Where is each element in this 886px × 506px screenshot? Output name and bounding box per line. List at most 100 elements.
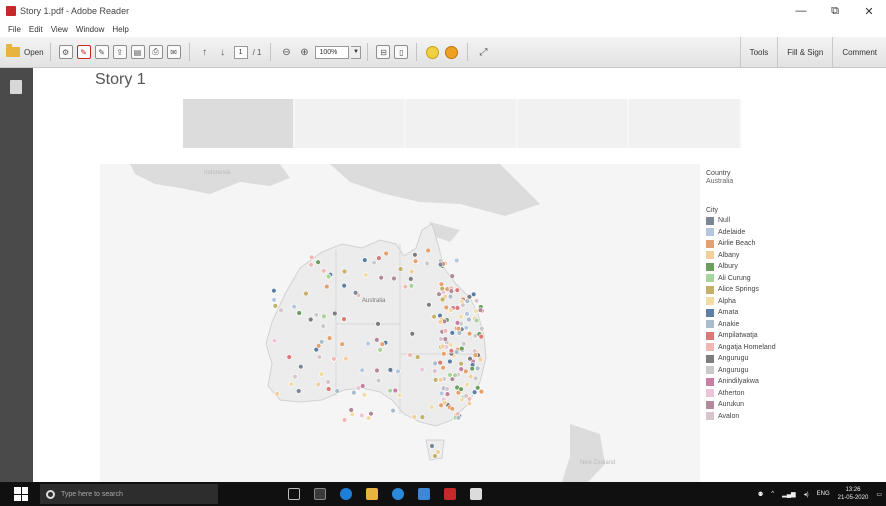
city-marker[interactable] — [478, 333, 484, 340]
city-marker[interactable] — [316, 354, 323, 360]
chevron-down-icon[interactable]: ▼ — [351, 45, 362, 59]
fit-width-icon[interactable]: ▯ — [394, 45, 409, 59]
menu-help[interactable]: Help — [112, 25, 128, 34]
city-marker[interactable] — [443, 304, 449, 311]
city-marker[interactable] — [442, 328, 449, 334]
city-marker[interactable] — [461, 341, 467, 347]
city-marker[interactable] — [379, 341, 385, 347]
city-marker[interactable] — [308, 316, 314, 323]
city-marker[interactable] — [343, 355, 349, 362]
city-marker[interactable] — [409, 331, 415, 337]
legend-item[interactable]: Angatja Homeland — [706, 342, 886, 354]
city-marker[interactable] — [296, 388, 302, 394]
city-marker[interactable] — [341, 282, 347, 289]
city-marker[interactable] — [463, 368, 469, 375]
city-marker[interactable] — [431, 314, 437, 320]
city-marker[interactable] — [458, 313, 464, 320]
legend-item[interactable]: Alpha — [706, 296, 886, 308]
city-marker[interactable] — [341, 417, 348, 423]
city-marker[interactable] — [315, 259, 321, 265]
zoom-out-icon[interactable]: ⊖ — [279, 45, 293, 59]
city-marker[interactable] — [437, 359, 443, 366]
city-marker[interactable] — [464, 298, 470, 304]
city-marker[interactable] — [432, 453, 438, 459]
city-marker[interactable] — [466, 331, 473, 337]
city-marker[interactable] — [409, 268, 415, 275]
city-marker[interactable] — [407, 352, 413, 358]
city-marker[interactable] — [272, 303, 279, 309]
city-marker[interactable] — [442, 336, 448, 342]
city-marker[interactable] — [303, 290, 309, 297]
fit-page-icon[interactable]: ⊟ — [376, 45, 391, 59]
city-marker[interactable] — [456, 330, 463, 336]
city-marker[interactable] — [391, 275, 397, 282]
city-marker[interactable] — [325, 379, 331, 385]
city-marker[interactable] — [458, 386, 464, 392]
city-marker[interactable] — [348, 407, 354, 413]
city-marker[interactable] — [375, 321, 381, 327]
city-marker[interactable] — [351, 390, 357, 396]
fill-sign-link[interactable]: Fill & Sign — [777, 37, 832, 68]
page-number-input[interactable]: 1 — [233, 45, 248, 59]
taskbar-search[interactable]: Type here to search — [40, 484, 218, 504]
email-icon[interactable]: ✉ — [166, 45, 181, 59]
city-marker[interactable] — [332, 310, 338, 317]
save-icon[interactable]: ▤ — [130, 45, 145, 59]
city-marker[interactable] — [292, 373, 298, 380]
volume-icon[interactable]: ◂) — [804, 491, 809, 498]
city-marker[interactable] — [439, 296, 446, 303]
city-marker[interactable] — [352, 290, 359, 296]
city-marker[interactable] — [438, 281, 445, 287]
pages-icon[interactable] — [10, 80, 22, 94]
city-marker[interactable] — [419, 414, 426, 420]
city-marker[interactable] — [341, 316, 347, 322]
edge-icon[interactable] — [340, 488, 352, 500]
legend-item[interactable]: Angurugu — [706, 365, 886, 377]
city-marker[interactable] — [408, 283, 415, 289]
legend-item[interactable]: Angurugu — [706, 353, 886, 365]
zoom-select[interactable]: 100% — [315, 45, 350, 59]
city-marker[interactable] — [466, 400, 473, 407]
city-marker[interactable] — [387, 388, 393, 394]
city-marker[interactable] — [349, 411, 355, 418]
city-marker[interactable] — [365, 340, 371, 347]
city-marker[interactable] — [321, 268, 327, 274]
legend-item[interactable]: Alice Springs — [706, 284, 886, 296]
language-indicator[interactable]: ENG — [817, 491, 830, 497]
store-icon[interactable] — [418, 488, 430, 500]
combine-icon[interactable]: ✎ — [76, 45, 91, 59]
city-marker[interactable] — [464, 381, 470, 388]
city-marker[interactable] — [455, 326, 462, 332]
city-marker[interactable] — [359, 367, 365, 373]
city-marker[interactable] — [459, 397, 465, 403]
city-marker[interactable] — [363, 272, 369, 278]
city-marker[interactable] — [466, 316, 472, 323]
city-marker[interactable] — [374, 367, 380, 374]
city-marker[interactable] — [429, 443, 435, 449]
minimize-button[interactable]: — — [784, 0, 818, 22]
legend-item[interactable]: Ampilatwatja — [706, 330, 886, 342]
legend-item[interactable]: Albany — [706, 250, 886, 262]
city-marker[interactable] — [479, 325, 485, 332]
city-marker[interactable] — [325, 273, 332, 280]
city-marker[interactable] — [291, 303, 297, 310]
city-marker[interactable] — [458, 366, 464, 372]
expand-icon[interactable]: ⤢ — [476, 45, 490, 59]
city-marker[interactable] — [412, 252, 418, 258]
city-marker[interactable] — [439, 285, 445, 292]
story-point[interactable] — [517, 99, 630, 148]
city-marker[interactable] — [458, 361, 464, 367]
notification-icon[interactable]: ▭ — [876, 491, 882, 498]
city-marker[interactable] — [437, 319, 443, 325]
city-marker[interactable] — [296, 310, 302, 316]
city-marker[interactable] — [459, 345, 465, 352]
city-marker[interactable] — [477, 307, 484, 313]
city-marker[interactable] — [368, 411, 374, 417]
city-marker[interactable] — [444, 386, 450, 392]
city-marker[interactable] — [448, 307, 454, 313]
city-marker[interactable] — [426, 302, 432, 308]
city-marker[interactable] — [447, 358, 453, 365]
city-marker[interactable] — [447, 293, 454, 300]
city-marker[interactable] — [298, 364, 304, 370]
city-marker[interactable] — [315, 381, 322, 388]
